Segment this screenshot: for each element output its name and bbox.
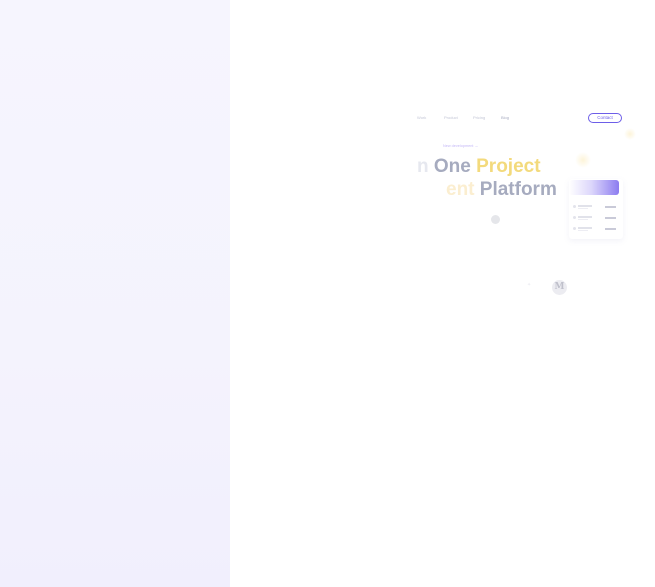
nav-link-blog[interactable]: Blog xyxy=(501,115,509,120)
nav-link-pricing[interactable]: Pricing xyxy=(473,115,485,120)
contact-button[interactable]: Contact xyxy=(588,113,622,123)
partner-logo-small: ✦ xyxy=(527,282,532,288)
hero-word-one: One xyxy=(433,156,471,177)
m-logo-icon: M xyxy=(552,280,567,295)
preview-card xyxy=(569,179,623,239)
sun-glow-icon xyxy=(624,128,636,140)
announcement-badge[interactable]: New development → xyxy=(443,144,478,148)
orb-icon xyxy=(491,215,500,224)
hero-line-1: n One Project xyxy=(417,156,541,178)
hero-word-project: Project xyxy=(476,156,541,177)
top-navigation: Work Product Pricing Blog Contact xyxy=(0,113,655,125)
preview-card-row xyxy=(573,215,619,221)
sun-glow-icon xyxy=(575,152,591,168)
hero-line-2-prefix: ent xyxy=(446,179,475,200)
nav-link-product[interactable]: Product xyxy=(444,115,458,120)
hero-line-2: ent Platform xyxy=(446,179,557,201)
left-panel xyxy=(0,0,230,587)
preview-card-row xyxy=(573,226,619,232)
hero-word-platform: Platform xyxy=(479,179,557,200)
hero-line-1-prefix: n xyxy=(417,156,429,177)
nav-link-work[interactable]: Work xyxy=(417,115,426,120)
preview-card-row xyxy=(573,204,619,210)
preview-card-header xyxy=(569,180,619,195)
